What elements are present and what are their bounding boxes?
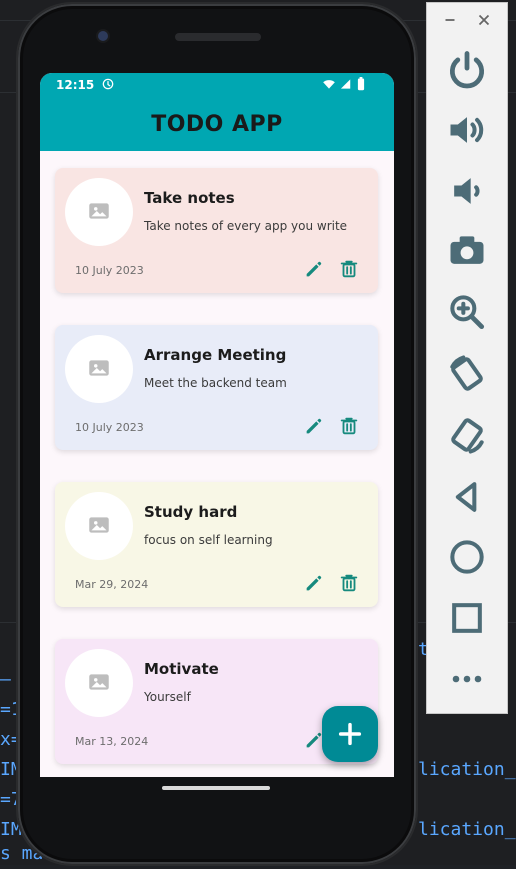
code-line: – xyxy=(0,669,11,690)
status-bar: 12:15 xyxy=(40,73,394,97)
minimize-icon[interactable] xyxy=(441,11,459,29)
todo-image xyxy=(65,335,133,403)
todo-date: 10 July 2023 xyxy=(75,421,144,434)
more-options-icon[interactable] xyxy=(445,657,489,701)
volume-up-icon[interactable] xyxy=(445,108,489,152)
emulator-window-controls xyxy=(427,3,507,39)
app-bar: TODO APP xyxy=(40,97,394,151)
image-placeholder-icon xyxy=(86,355,112,381)
home-indicator[interactable] xyxy=(162,786,270,790)
volume-down-icon[interactable] xyxy=(445,169,489,213)
back-icon[interactable] xyxy=(445,475,489,519)
todo-card[interactable]: Study hard focus on self learning Mar 29… xyxy=(55,482,378,607)
status-time: 12:15 xyxy=(56,78,95,92)
code-line: lication_ xyxy=(418,819,516,840)
todo-image xyxy=(65,178,133,246)
plus-icon xyxy=(336,720,364,748)
cell-signal-icon xyxy=(338,77,352,91)
todo-title: Arrange Meeting xyxy=(144,346,287,364)
todo-subtitle: Meet the backend team xyxy=(144,376,287,390)
wifi-icon xyxy=(322,77,336,91)
todo-image xyxy=(65,492,133,560)
camera-icon xyxy=(98,31,108,41)
image-placeholder-icon xyxy=(86,669,112,695)
todo-date: Mar 29, 2024 xyxy=(75,578,149,591)
edit-icon[interactable] xyxy=(303,572,325,594)
todo-card[interactable]: Arrange Meeting Meet the backend team 10… xyxy=(55,325,378,450)
todo-subtitle: focus on self learning xyxy=(144,533,273,547)
todo-image xyxy=(65,649,133,717)
camera-screenshot-icon[interactable] xyxy=(445,229,489,273)
rotate-left-icon[interactable] xyxy=(445,352,489,396)
todo-card[interactable]: Take notes Take notes of every app you w… xyxy=(55,168,378,293)
code-line: lication_ xyxy=(418,759,516,780)
close-icon[interactable] xyxy=(475,11,493,29)
home-icon[interactable] xyxy=(445,535,489,579)
image-placeholder-icon xyxy=(86,512,112,538)
rotate-right-icon[interactable] xyxy=(445,413,489,457)
zoom-icon[interactable] xyxy=(445,290,489,334)
todo-title: Study hard xyxy=(144,503,238,521)
phone-screen: 12:15 TODO APP Take notes Take notes of … xyxy=(40,73,394,777)
todo-subtitle: Yourself xyxy=(144,690,191,704)
edit-icon[interactable] xyxy=(303,258,325,280)
speaker-grille xyxy=(175,33,261,41)
overview-icon[interactable] xyxy=(445,596,489,640)
battery-icon xyxy=(356,77,366,91)
todo-subtitle: Take notes of every app you write xyxy=(144,219,348,233)
todo-date: 10 July 2023 xyxy=(75,264,144,277)
power-icon[interactable] xyxy=(445,48,489,92)
delete-icon[interactable] xyxy=(338,258,360,280)
sync-icon xyxy=(101,77,115,91)
add-todo-button[interactable] xyxy=(322,706,378,762)
delete-icon[interactable] xyxy=(338,572,360,594)
todo-date: Mar 13, 2024 xyxy=(75,735,149,748)
todo-title: Take notes xyxy=(144,189,235,207)
edit-icon[interactable] xyxy=(303,415,325,437)
app-title: TODO APP xyxy=(151,112,283,137)
delete-icon[interactable] xyxy=(338,415,360,437)
emulator-toolbar xyxy=(426,2,508,714)
todo-title: Motivate xyxy=(144,660,219,678)
image-placeholder-icon xyxy=(86,198,112,224)
